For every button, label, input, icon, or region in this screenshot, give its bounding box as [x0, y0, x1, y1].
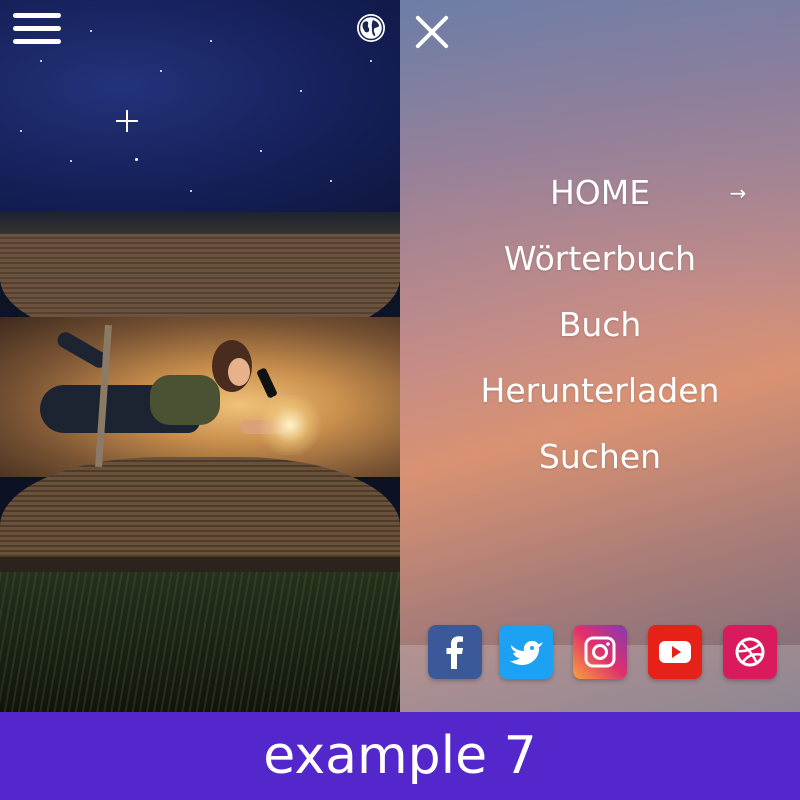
youtube-icon[interactable]	[648, 625, 702, 679]
grass-ground	[0, 572, 400, 712]
nav-item-home[interactable]: HOME →	[400, 160, 800, 226]
close-icon[interactable]	[413, 13, 451, 51]
nav-item-suchen[interactable]: Suchen	[400, 424, 800, 490]
caption-bar: example 7	[0, 712, 800, 800]
nav-item-label: Buch	[558, 305, 642, 344]
nav-item-label: Herunterladen	[480, 371, 720, 410]
nav-item-label: Suchen	[538, 437, 662, 476]
arrow-right-icon: →	[729, 181, 747, 205]
instagram-icon[interactable]	[573, 625, 627, 679]
globe-icon[interactable]	[356, 13, 386, 43]
main-navigation: HOME → Wörterbuch Buch Herunterladen Suc…	[400, 160, 800, 490]
nav-item-label: HOME	[549, 173, 651, 212]
nav-item-woerterbuch[interactable]: Wörterbuch	[400, 226, 800, 292]
facebook-icon[interactable]	[428, 625, 482, 679]
nav-item-buch[interactable]: Buch	[400, 292, 800, 358]
social-links	[428, 625, 788, 681]
hamburger-menu-icon[interactable]	[13, 13, 61, 45]
twitter-icon[interactable]	[499, 625, 553, 679]
dribbble-icon[interactable]	[723, 625, 777, 679]
caption-text: example 7	[263, 726, 537, 786]
hero-illustration	[0, 0, 400, 712]
bright-star	[116, 110, 138, 132]
nav-item-herunterladen[interactable]: Herunterladen	[400, 358, 800, 424]
nav-item-label: Wörterbuch	[503, 239, 697, 278]
